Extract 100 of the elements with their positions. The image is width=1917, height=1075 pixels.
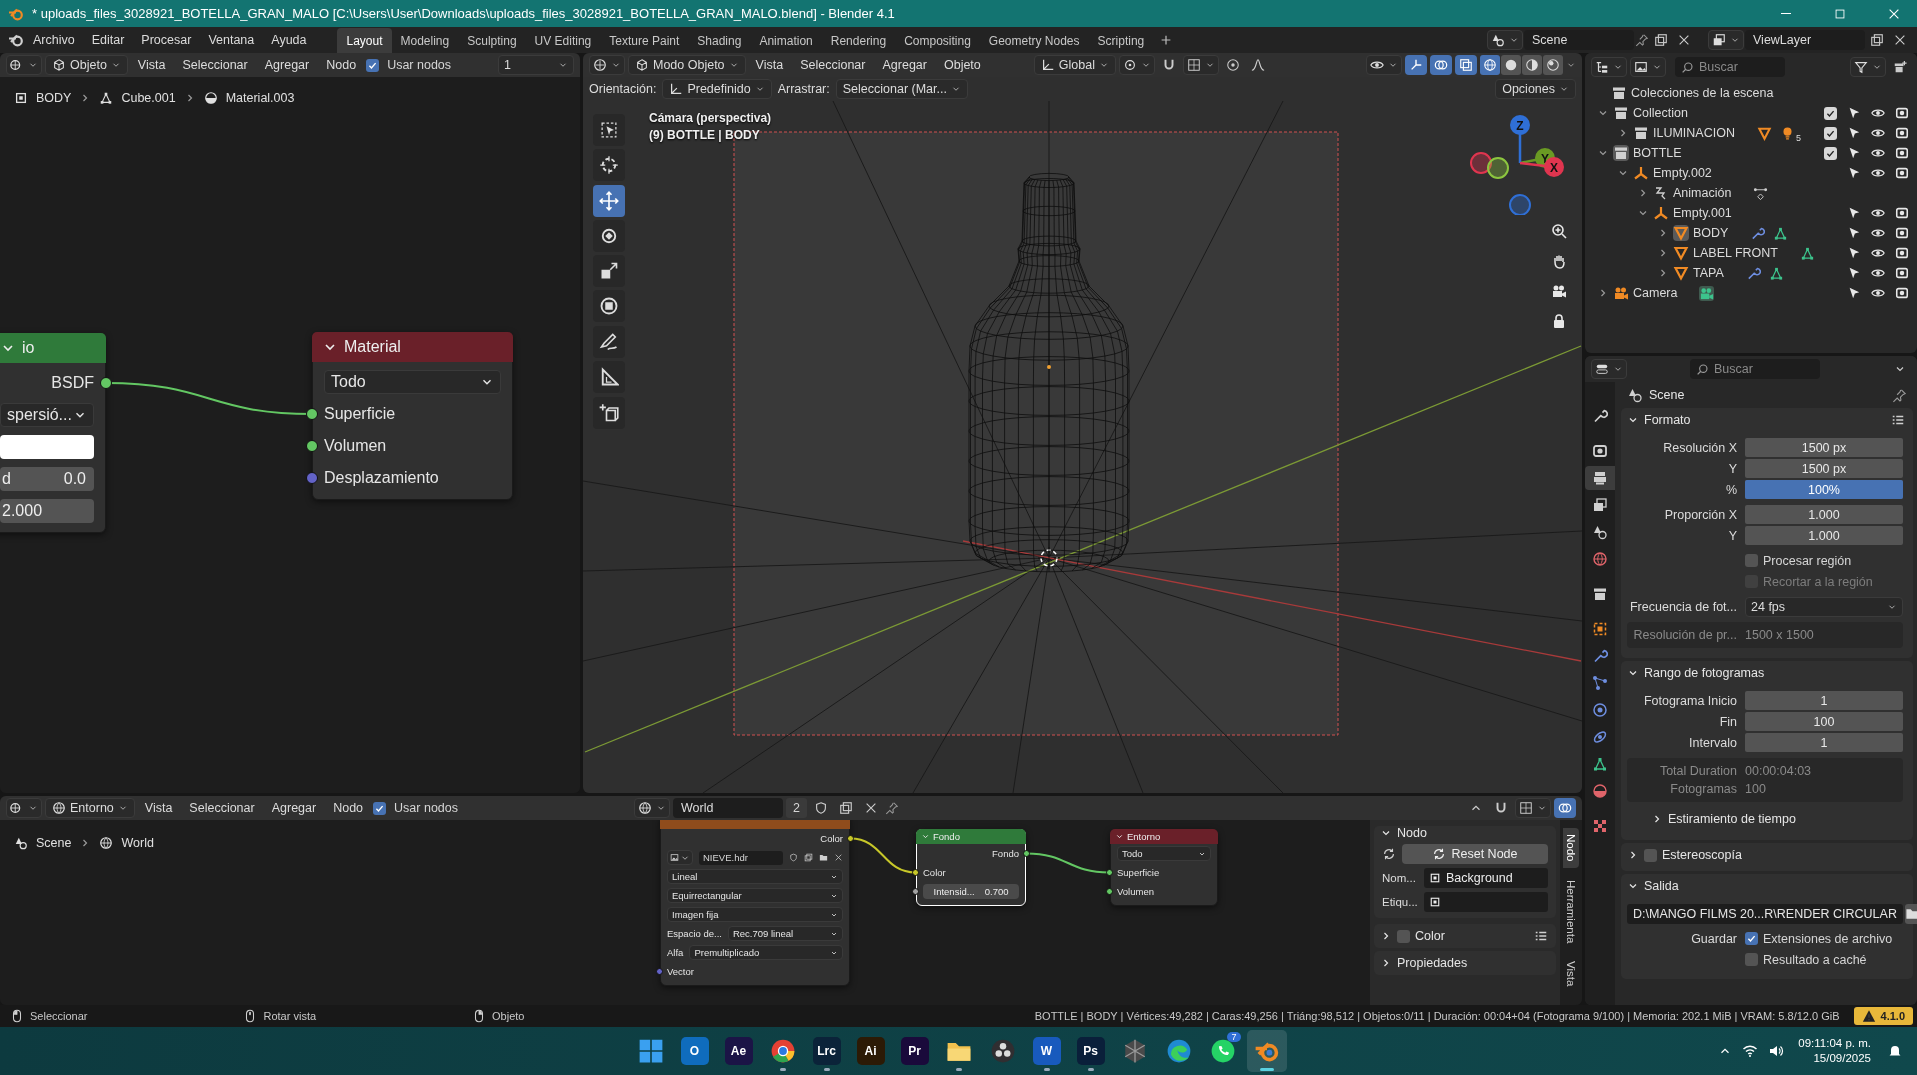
menu-item[interactable]: Seleccionar bbox=[175, 56, 255, 74]
reset-node-button[interactable]: Reset Node bbox=[1402, 844, 1548, 864]
dropdown[interactable]: Todo bbox=[324, 370, 501, 394]
dropdown[interactable]: Imagen fija bbox=[667, 907, 843, 922]
menu-item[interactable]: Vista bbox=[130, 56, 173, 74]
taskbar-app-button[interactable]: Ps bbox=[1070, 1030, 1111, 1072]
dropdown[interactable]: Lineal bbox=[667, 869, 843, 884]
percent-slider[interactable]: 100% bbox=[1745, 480, 1903, 499]
user-count[interactable]: 2 bbox=[786, 798, 807, 818]
workspace-tab[interactable]: Shading bbox=[688, 28, 751, 53]
drag-dropdown[interactable]: Seleccionar (Mar... bbox=[835, 79, 968, 99]
checkbox-label[interactable]: Usar nodos bbox=[387, 58, 452, 72]
view-layer-field[interactable]: ViewLayer bbox=[1745, 30, 1865, 50]
menu-item[interactable]: Ventana bbox=[200, 29, 263, 51]
number-field[interactable]: d 0.0 bbox=[0, 467, 94, 491]
search-field[interactable]: Buscar bbox=[1675, 57, 1785, 77]
dropdown[interactable]: Todo bbox=[1117, 846, 1211, 861]
taskbar-app-button[interactable]: Ae bbox=[718, 1030, 759, 1072]
number-field[interactable]: 1.000 bbox=[1745, 505, 1903, 524]
outliner-item-label[interactable]: BOTTLE bbox=[1633, 146, 1682, 160]
options-dropdown[interactable]: Opciones bbox=[1495, 79, 1576, 99]
breadcrumb[interactable]: Scene bbox=[36, 836, 72, 850]
workspace-tab[interactable]: Geometry Nodes bbox=[979, 28, 1089, 53]
workspace-tab[interactable]: Texture Paint bbox=[600, 28, 689, 53]
menu-item[interactable]: Nodo bbox=[319, 56, 364, 74]
outliner-item-label[interactable]: ILUMINACION bbox=[1653, 126, 1735, 140]
taskbar-app-button[interactable]: 7 bbox=[1202, 1030, 1243, 1072]
number-field[interactable]: 100 bbox=[1745, 712, 1903, 731]
number-field[interactable]: 1 bbox=[1745, 691, 1903, 710]
workspace-tab[interactable]: Compositing bbox=[895, 28, 980, 53]
outliner-item-label[interactable]: Empty.002 bbox=[1653, 166, 1712, 180]
checkbox-label[interactable]: Resultado a caché bbox=[1763, 952, 1867, 967]
clock-time[interactable]: 09:11:04 p. m. bbox=[1798, 1036, 1871, 1051]
taskbar-app-button[interactable]: Ai bbox=[850, 1030, 891, 1072]
outliner-item-label[interactable]: Collection bbox=[1633, 106, 1688, 120]
outliner-item-label[interactable]: Empty.001 bbox=[1673, 206, 1732, 220]
menu-item[interactable]: Vista bbox=[137, 799, 180, 817]
panel-header[interactable]: Salida bbox=[1621, 874, 1905, 898]
menu-item[interactable]: Agregar bbox=[257, 56, 317, 74]
panel-header[interactable]: Formato bbox=[1621, 408, 1891, 432]
menu-item[interactable]: Procesar bbox=[133, 29, 200, 51]
subpanel-header[interactable]: Estiramiento de tiempo bbox=[1621, 808, 1913, 830]
number-field[interactable]: 1500 px bbox=[1745, 438, 1903, 457]
sidebar-tab[interactable]: Herramienta bbox=[1563, 873, 1579, 949]
dropdown[interactable]: 24 fps bbox=[1745, 597, 1903, 617]
workspace-tab[interactable]: Rendering bbox=[821, 28, 896, 53]
checkbox-label[interactable]: Extensiones de archivo bbox=[1763, 931, 1893, 946]
clock-date[interactable]: 15/09/2025 bbox=[1813, 1051, 1871, 1066]
orientation-dropdown[interactable]: Global bbox=[1033, 55, 1116, 75]
outliner-item-label[interactable]: Animación bbox=[1673, 186, 1732, 200]
name-field[interactable]: Background bbox=[1424, 868, 1548, 888]
menu-item[interactable]: Vista bbox=[748, 56, 791, 74]
menu-item[interactable]: Seleccionar bbox=[793, 56, 873, 74]
number-field[interactable]: Intensid... 0.700 bbox=[923, 884, 1019, 899]
sidebar-tab[interactable]: Nodo bbox=[1563, 828, 1579, 868]
outliner-item-label[interactable]: LABEL FRONT bbox=[1693, 246, 1778, 260]
checkbox-label[interactable]: Procesar región bbox=[1763, 553, 1852, 568]
search-input[interactable]: Buscar bbox=[1699, 60, 1779, 74]
taskbar-app-button[interactable]: W bbox=[1026, 1030, 1067, 1072]
outliner-item-label[interactable]: TAPA bbox=[1693, 266, 1724, 280]
number-field[interactable]: 1.000 bbox=[1745, 526, 1903, 545]
menu-item[interactable]: Ayuda bbox=[263, 29, 315, 51]
number-field[interactable]: 1500 px bbox=[1745, 459, 1903, 478]
file-path-field[interactable]: D:\MANGO FILMS 20...R\RENDER CIRCULAR bbox=[1627, 903, 1903, 924]
breadcrumb[interactable]: Cube.001 bbox=[121, 91, 176, 105]
breadcrumb[interactable]: BODY bbox=[36, 91, 72, 105]
outliner-item-label[interactable]: Camera bbox=[1633, 286, 1678, 300]
panel-header[interactable]: Nodo bbox=[1374, 826, 1556, 840]
workspace-tab[interactable]: UV Editing bbox=[525, 28, 601, 53]
menu-item[interactable]: Agregar bbox=[875, 56, 934, 74]
dropdown[interactable]: Rec.709 lineal bbox=[727, 926, 843, 941]
dropdown[interactable]: Premultiplicado bbox=[689, 945, 843, 960]
dropdown[interactable]: Equirrectangular bbox=[667, 888, 843, 903]
menu-item[interactable]: Objeto bbox=[936, 56, 988, 74]
menu-item[interactable]: Archivo bbox=[25, 29, 83, 51]
breadcrumb[interactable]: World bbox=[121, 836, 154, 850]
search-input[interactable]: Buscar bbox=[1714, 362, 1794, 376]
outliner-item-label[interactable]: Colecciones de la escena bbox=[1631, 86, 1774, 100]
checkbox-label[interactable]: Usar nodos bbox=[394, 801, 458, 815]
number-field[interactable]: 2.000 bbox=[0, 499, 94, 523]
mode-dropdown[interactable]: Modo Objeto bbox=[628, 55, 746, 75]
workspace-tab[interactable]: Layout bbox=[337, 28, 392, 53]
workspace-tab[interactable]: Animation bbox=[750, 28, 822, 53]
outliner-item-label[interactable]: BODY bbox=[1693, 226, 1729, 240]
workspace-tab[interactable]: Scripting bbox=[1088, 28, 1154, 53]
number-field[interactable]: 1 bbox=[1745, 733, 1903, 752]
scene-field[interactable]: Scene bbox=[1524, 30, 1634, 50]
workspace-tab[interactable]: Modeling bbox=[391, 28, 459, 53]
menu-item[interactable]: Agregar bbox=[264, 799, 324, 817]
mode-dropdown[interactable]: Objeto bbox=[45, 55, 128, 75]
warning-badge[interactable]: 4.1.0 bbox=[1853, 1007, 1913, 1025]
taskbar-app-button[interactable]: Pr bbox=[894, 1030, 935, 1072]
menu-item[interactable]: Seleccionar bbox=[182, 799, 262, 817]
sidebar-tab[interactable]: Vista bbox=[1563, 954, 1579, 993]
taskbar-app-button[interactable]: O bbox=[674, 1030, 715, 1072]
search-field[interactable]: Buscar bbox=[1690, 359, 1820, 379]
taskbar-app-button[interactable]: Lrc bbox=[806, 1030, 847, 1072]
orientation-dropdown[interactable]: Predefinido bbox=[662, 79, 772, 99]
workspace-tab[interactable]: Sculpting bbox=[458, 28, 526, 53]
material-slot-dropdown[interactable]: 1 bbox=[498, 55, 574, 75]
